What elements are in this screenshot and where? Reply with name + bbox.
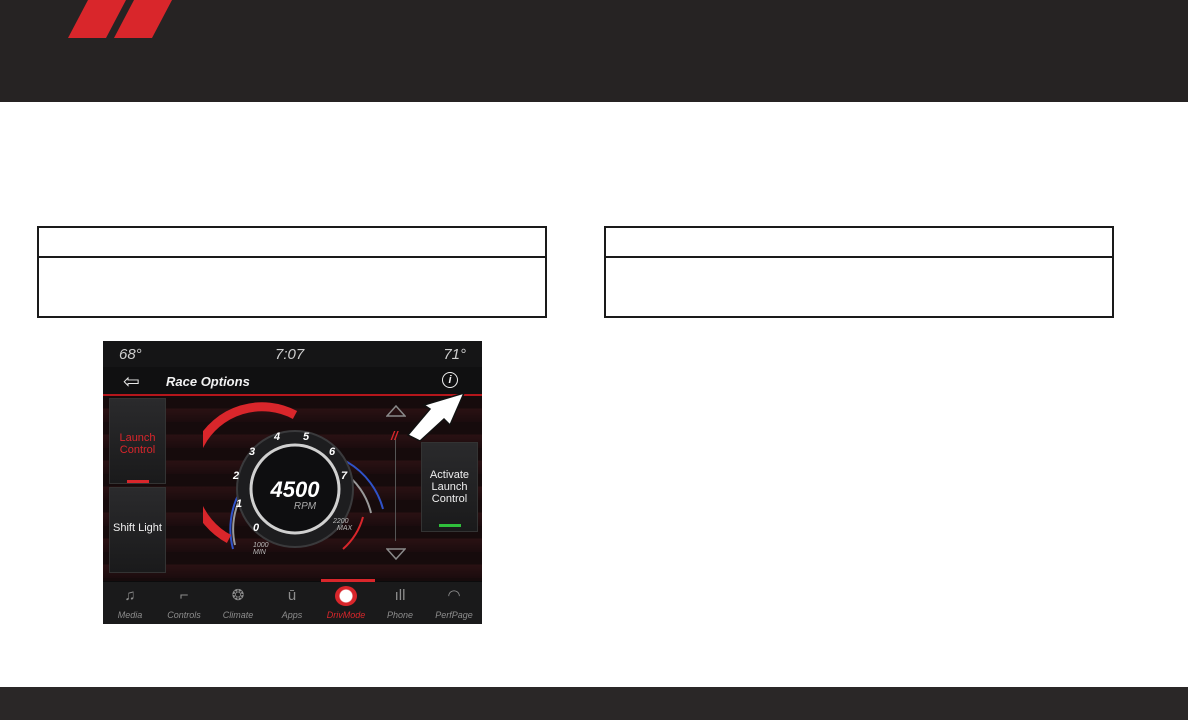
gauge-icon: ◠: [447, 587, 461, 604]
nav-drivmode[interactable]: DrivMode: [319, 582, 373, 624]
music-note-icon: ♫: [124, 587, 136, 604]
header-bar: [0, 0, 1188, 102]
nav-controls-label: Controls: [167, 610, 201, 620]
gauge-tick-5: 5: [303, 431, 310, 443]
activate-launch-control-label: Activate Launch Control: [429, 469, 470, 505]
page-title: Race Options: [166, 374, 250, 389]
apps-icon: ū: [287, 587, 297, 604]
launch-control-label: Launch Control: [119, 432, 156, 456]
gauge-tick-4: 4: [273, 431, 280, 443]
info-table-left: [37, 226, 547, 318]
bottom-nav: ♫ Media ⌐ Controls ❂ Climate ū Apps Driv…: [103, 582, 482, 624]
callout-arrow-icon: [406, 391, 466, 441]
slider-up-arrow-icon[interactable]: [386, 405, 406, 417]
nav-drivmode-label: DrivMode: [326, 610, 366, 620]
rpm-unit: RPM: [294, 501, 317, 512]
slider-down-arrow-icon[interactable]: [386, 548, 406, 560]
footer-bar: [0, 687, 1188, 720]
nav-perfpage[interactable]: ◠ PerfPage: [427, 582, 481, 624]
info-icon[interactable]: i: [442, 372, 458, 388]
gauge-max-value: 2200: [332, 518, 349, 525]
nav-media[interactable]: ♫ Media: [103, 582, 157, 624]
gauge-tick-3: 3: [249, 446, 255, 458]
activate-indicator: [439, 524, 461, 527]
nav-media-label: Media: [117, 610, 143, 620]
status-bar: 68° 7:07 71°: [103, 341, 482, 367]
phone-signal-icon: ıll: [394, 587, 406, 604]
nav-phone-label: Phone: [386, 610, 414, 620]
nav-climate[interactable]: ❂ Climate: [211, 582, 265, 624]
nav-apps-label: Apps: [281, 610, 303, 620]
gauge-max-label: MAX: [337, 525, 353, 532]
nav-apps[interactable]: ū Apps: [265, 582, 319, 624]
uconnect-screen: 68° 7:07 71° ⇦ Race Options i Launch Con…: [103, 341, 482, 624]
nav-phone[interactable]: ıll Phone: [373, 582, 427, 624]
nav-controls[interactable]: ⌐ Controls: [157, 582, 211, 624]
outside-temp-right: 71°: [443, 346, 466, 363]
steering-wheel-icon: [335, 586, 357, 606]
gauge-min-label: MIN: [253, 549, 267, 556]
slider-handle-stripes-icon[interactable]: //: [391, 429, 398, 443]
brand-stripes-logo: [68, 0, 172, 38]
activate-launch-control-button[interactable]: Activate Launch Control: [421, 442, 478, 532]
launch-control-button[interactable]: Launch Control: [109, 398, 166, 484]
slider-track[interactable]: [395, 437, 396, 541]
outside-temp-left: 68°: [119, 346, 142, 363]
gauge-tick-1: 1: [236, 498, 242, 510]
gauge-tick-2: 2: [232, 470, 239, 482]
seat-icon: ⌐: [179, 587, 189, 604]
info-table-right-header: [606, 228, 1112, 258]
rpm-value: 4500: [270, 477, 321, 502]
shift-light-button[interactable]: Shift Light: [109, 487, 166, 573]
info-table-left-header: [39, 228, 545, 258]
gauge-tick-6: 6: [329, 446, 336, 458]
gauge-tick-0: 0: [253, 522, 260, 534]
gauge-min-value: 1000: [253, 542, 269, 549]
nav-perfpage-label: PerfPage: [435, 610, 473, 620]
climate-icon: ❂: [231, 587, 245, 604]
nav-climate-label: Climate: [222, 610, 254, 620]
gauge-tick-7: 7: [341, 470, 348, 482]
shift-light-label: Shift Light: [113, 522, 162, 534]
rpm-gauge: 0 1 2 3 4 5 6 7 4500 RPM 1000 MIN 2200 M…: [203, 402, 384, 556]
info-table-right: [604, 226, 1114, 318]
clock: 7:07: [275, 346, 305, 363]
launch-control-indicator: [127, 480, 149, 483]
back-arrow-icon[interactable]: ⇦: [123, 369, 140, 394]
